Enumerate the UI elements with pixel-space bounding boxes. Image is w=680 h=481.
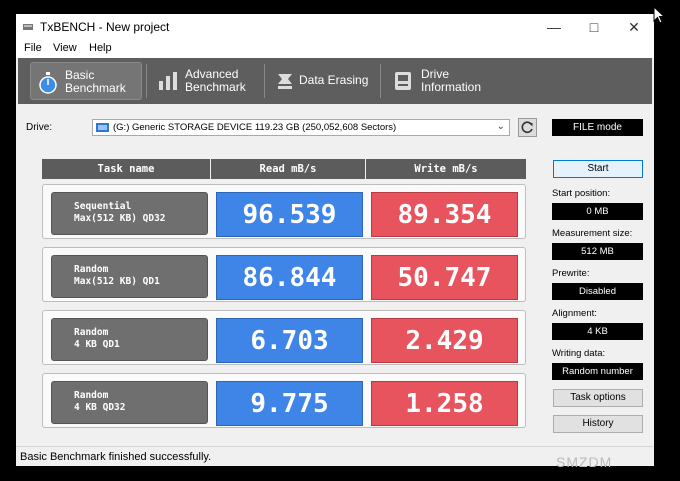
task-sublabel: Max(512 KB) QD32 — [74, 213, 166, 224]
prewrite-value[interactable]: Disabled — [552, 283, 643, 300]
read-value: 86.844 — [216, 255, 363, 300]
window-title: TxBENCH - New project — [40, 20, 170, 34]
task-sublabel: Max(512 KB) QD1 — [74, 276, 160, 287]
task-options-button[interactable]: Task options — [553, 389, 643, 407]
alignment-value[interactable]: 4 KB — [552, 323, 643, 340]
measurement-size-value[interactable]: 512 MB — [552, 243, 643, 260]
tab-advanced-line2: Benchmark — [185, 80, 246, 94]
tab-separator — [146, 64, 147, 98]
tab-separator — [264, 64, 265, 98]
prewrite-label: Prewrite: — [552, 268, 590, 279]
menu-help[interactable]: Help — [89, 42, 112, 54]
erase-icon — [278, 74, 292, 89]
start-position-label: Start position: — [552, 188, 611, 199]
task-label: Random — [74, 264, 109, 275]
drive-label: Drive: — [26, 122, 53, 133]
drive-info-icon — [395, 72, 411, 90]
measurement-size-label: Measurement size: — [552, 228, 633, 239]
tab-data-erasing-label: Data Erasing — [299, 73, 369, 87]
read-value: 9.775 — [216, 381, 363, 426]
alignment-label: Alignment: — [552, 308, 597, 319]
watermark: SMZDM — [556, 454, 613, 470]
write-value: 89.354 — [371, 192, 518, 237]
stopwatch-icon — [39, 72, 57, 94]
task-button[interactable]: Sequential Max(512 KB) QD32 — [51, 192, 208, 235]
tab-separator — [380, 64, 381, 98]
drive-select-value: (G:) Generic STORAGE DEVICE 119.23 GB (2… — [113, 122, 397, 133]
task-button[interactable]: Random Max(512 KB) QD1 — [51, 255, 208, 298]
task-label: Random — [74, 327, 109, 338]
read-value: 6.703 — [216, 318, 363, 363]
app-icon — [23, 24, 33, 30]
task-sublabel: 4 KB QD1 — [74, 339, 120, 350]
usb-drive-icon — [96, 123, 109, 132]
read-value: 96.539 — [216, 192, 363, 237]
title-bar: TxBENCH - New project — □ ✕ — [16, 14, 654, 40]
close-button[interactable]: ✕ — [614, 14, 654, 40]
start-position-value[interactable]: 0 MB — [552, 203, 643, 220]
writing-data-value[interactable]: Random number — [552, 363, 643, 380]
tab-drive-information[interactable]: Drive Information — [384, 62, 496, 100]
bar-chart-icon — [159, 72, 177, 90]
header-write: Write mB/s — [366, 159, 526, 179]
maximize-button[interactable]: □ — [574, 14, 614, 40]
task-button[interactable]: Random 4 KB QD1 — [51, 318, 208, 361]
task-label: Random — [74, 390, 109, 401]
write-value: 1.258 — [371, 381, 518, 426]
history-button[interactable]: History — [553, 415, 643, 433]
tab-basic-line2: Benchmark — [65, 81, 126, 95]
tab-data-erasing[interactable]: Data Erasing — [268, 62, 378, 100]
mode-indicator: FILE mode — [552, 119, 643, 136]
writing-data-label: Writing data: — [552, 348, 606, 359]
menu-bar: File View Help — [16, 40, 654, 58]
result-row-random-4k-qd1: Random 4 KB QD1 6.703 2.429 — [42, 310, 526, 365]
chevron-down-icon: ⌄ — [496, 121, 505, 132]
task-button[interactable]: Random 4 KB QD32 — [51, 381, 208, 424]
refresh-button[interactable] — [518, 118, 537, 137]
refresh-icon — [521, 121, 533, 133]
menu-view[interactable]: View — [53, 42, 77, 54]
minimize-button[interactable]: — — [534, 14, 574, 40]
drive-select[interactable]: (G:) Generic STORAGE DEVICE 119.23 GB (2… — [92, 119, 510, 136]
app-window: TxBENCH - New project — □ ✕ File View He… — [16, 14, 654, 466]
header-read: Read mB/s — [211, 159, 365, 179]
result-row-sequential: Sequential Max(512 KB) QD32 96.539 89.35… — [42, 184, 526, 239]
write-value: 50.747 — [371, 255, 518, 300]
tab-drive-line2: Information — [421, 80, 482, 94]
task-label: Sequential — [74, 201, 132, 212]
result-row-random-4k-qd32: Random 4 KB QD32 9.775 1.258 — [42, 373, 526, 428]
tab-bar: Basic Benchmark Advanced Benchmark Data … — [18, 58, 652, 104]
menu-file[interactable]: File — [24, 42, 42, 54]
status-text: Basic Benchmark finished successfully. — [20, 451, 212, 463]
write-value: 2.429 — [371, 318, 518, 363]
task-sublabel: 4 KB QD32 — [74, 402, 126, 413]
start-button[interactable]: Start — [553, 160, 643, 178]
header-task-name: Task name — [42, 159, 210, 179]
mouse-cursor-icon — [653, 6, 665, 24]
tab-basic-benchmark[interactable]: Basic Benchmark — [30, 62, 142, 100]
result-row-random-512k: Random Max(512 KB) QD1 86.844 50.747 — [42, 247, 526, 302]
tab-advanced-benchmark[interactable]: Advanced Benchmark — [150, 62, 262, 100]
